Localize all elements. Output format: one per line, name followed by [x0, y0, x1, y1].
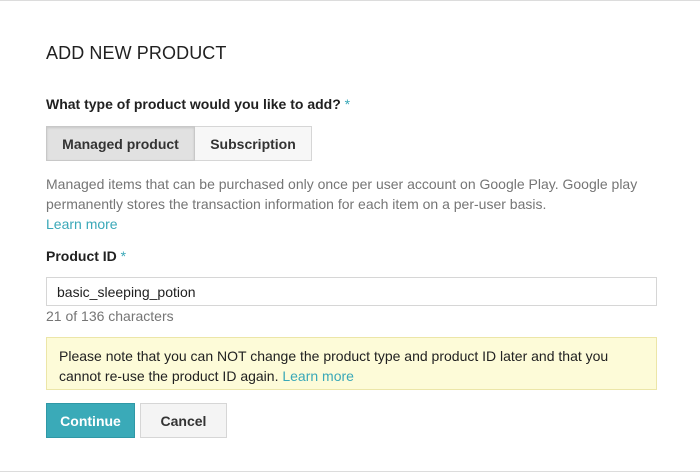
product-type-description-text: Managed items that can be purchased only… — [46, 176, 638, 212]
managed-product-option[interactable]: Managed product — [46, 126, 195, 161]
learn-more-link[interactable]: Learn more — [46, 216, 118, 232]
product-type-selector: Managed product Subscription — [46, 126, 312, 161]
product-id-label-text: Product ID — [46, 248, 117, 264]
continue-button[interactable]: Continue — [46, 403, 135, 438]
character-counter: 21 of 136 characters — [46, 308, 174, 324]
product-id-input[interactable] — [46, 277, 657, 306]
note-learn-more-link[interactable]: Learn more — [282, 368, 354, 384]
product-type-question-label: What type of product would you like to a… — [46, 96, 341, 112]
add-product-dialog: ADD NEW PRODUCT What type of product wou… — [0, 0, 700, 472]
dialog-title: ADD NEW PRODUCT — [46, 43, 227, 63]
cancel-button[interactable]: Cancel — [140, 403, 227, 438]
product-type-question: What type of product would you like to a… — [46, 96, 350, 112]
warning-note: Please note that you can NOT change the … — [46, 337, 657, 390]
required-mark: * — [344, 96, 351, 112]
product-type-description: Managed items that can be purchased only… — [46, 174, 666, 234]
required-mark: * — [120, 248, 127, 264]
subscription-option[interactable]: Subscription — [195, 126, 312, 161]
product-id-label: Product ID * — [46, 248, 126, 264]
